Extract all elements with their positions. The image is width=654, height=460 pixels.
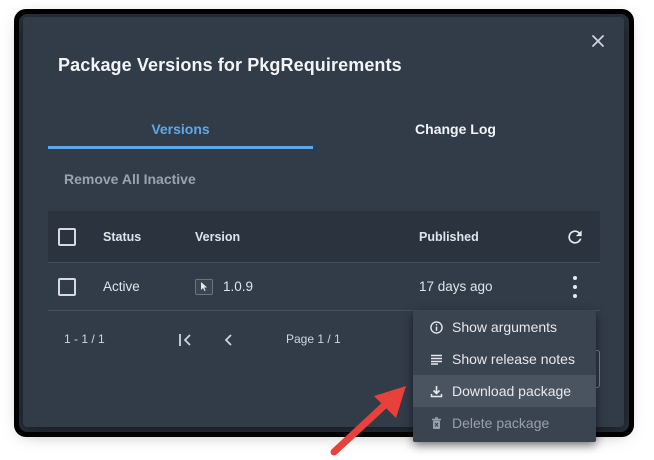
versions-table: Status Version Published Active 1.0.9 17… (48, 211, 600, 311)
page-label: Page 1 / 1 (286, 332, 341, 346)
row-version-cell: 1.0.9 (195, 263, 253, 310)
menu-item-label: Show release notes (452, 351, 575, 367)
header-checkbox-cell (58, 211, 76, 262)
annotation-arrow-icon (330, 386, 406, 456)
dialog-title: Package Versions for PkgRequirements (58, 55, 402, 75)
refresh-cell (564, 211, 586, 262)
row-version: 1.0.9 (223, 279, 254, 294)
pagination-range: 1 - 1 / 1 (64, 332, 105, 346)
delete-package-menu-item[interactable]: Delete package (413, 407, 596, 439)
download-icon (429, 384, 443, 398)
tab-change-log[interactable]: Change Log (328, 115, 583, 149)
tab-bar: Versions Change Log (48, 115, 600, 149)
info-icon (429, 320, 443, 334)
menu-item-label: Show arguments (452, 319, 558, 335)
row-published: 17 days ago (419, 279, 493, 294)
row-actions-cell (564, 263, 586, 310)
menu-item-label: Download package (452, 383, 572, 399)
row-context-menu: Show arguments Show release notes Downlo… (413, 311, 596, 442)
table-row[interactable]: Active 1.0.9 17 days ago (48, 263, 600, 311)
cursor-icon (195, 278, 213, 295)
table-header: Status Version Published (48, 211, 600, 263)
previous-page-icon[interactable] (218, 330, 240, 350)
refresh-icon[interactable] (565, 227, 585, 247)
column-header-version[interactable]: Version (195, 211, 240, 262)
show-arguments-menu-item[interactable]: Show arguments (413, 311, 596, 343)
column-header-published[interactable]: Published (419, 211, 479, 262)
tab-versions[interactable]: Versions (48, 115, 313, 149)
row-status: Active (103, 279, 140, 294)
show-release-notes-menu-item[interactable]: Show release notes (413, 343, 596, 375)
first-page-icon[interactable] (176, 330, 198, 350)
row-checkbox-cell (58, 263, 76, 310)
menu-item-label: Delete package (452, 415, 550, 431)
trash-icon (429, 416, 443, 430)
notes-icon (429, 352, 443, 366)
download-package-menu-item[interactable]: Download package (413, 375, 596, 407)
row-checkbox[interactable] (58, 277, 76, 296)
select-all-checkbox[interactable] (58, 227, 76, 246)
remove-all-inactive-button[interactable]: Remove All Inactive (64, 171, 196, 187)
more-vertical-icon[interactable] (572, 275, 578, 298)
close-icon[interactable] (590, 33, 606, 49)
column-header-status[interactable]: Status (103, 211, 141, 262)
